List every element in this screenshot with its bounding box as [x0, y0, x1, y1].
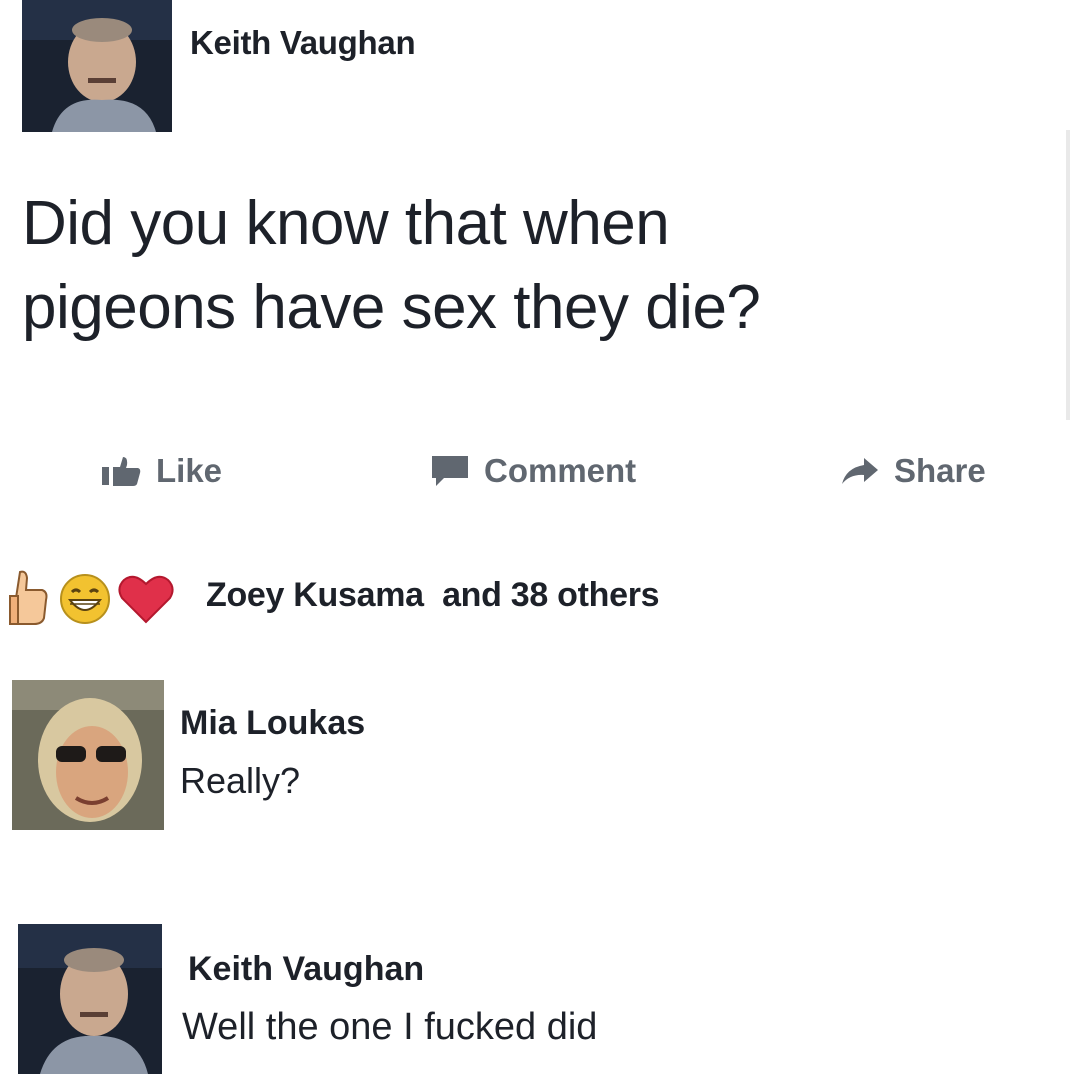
comment-label: Comment	[484, 452, 637, 489]
thumbs-up-icon	[102, 457, 141, 486]
share-arrow-icon	[842, 458, 878, 484]
post-text-line: Did you know that when	[22, 189, 670, 258]
heart-icon	[118, 575, 174, 624]
like-button[interactable]: Like	[100, 452, 222, 490]
share-button[interactable]: Share	[840, 452, 986, 490]
reactions-summary[interactable]: Zoey Kusama and 38 others	[8, 568, 908, 628]
post-text: Did you know that when pigeons have sex …	[22, 182, 1022, 350]
thumbs-up-icon	[9, 570, 48, 625]
comment-text: Really?	[180, 760, 301, 801]
post-author-avatar[interactable]	[22, 0, 172, 132]
comment-icon	[432, 456, 468, 486]
share-label: Share	[894, 452, 986, 489]
comment-button[interactable]: Comment	[430, 452, 636, 490]
comment-text: Well the one I fucked did	[182, 1006, 598, 1048]
laughing-face-icon	[60, 574, 110, 624]
comment-author-name[interactable]: Mia Loukas	[180, 704, 365, 743]
scrollbar[interactable]	[1066, 130, 1070, 420]
like-label: Like	[156, 452, 223, 489]
post-author-name[interactable]: Keith Vaughan	[190, 24, 416, 62]
reactions-summary-text[interactable]: Zoey Kusama and 38 others	[206, 576, 660, 615]
post-text-line: pigeons have sex they die?	[22, 273, 761, 342]
comment-author-avatar[interactable]	[12, 680, 164, 830]
post-action-bar: Like Comment Share	[0, 438, 1080, 510]
comment-author-name[interactable]: Keith Vaughan	[188, 950, 424, 989]
comment-author-avatar[interactable]	[18, 924, 162, 1074]
